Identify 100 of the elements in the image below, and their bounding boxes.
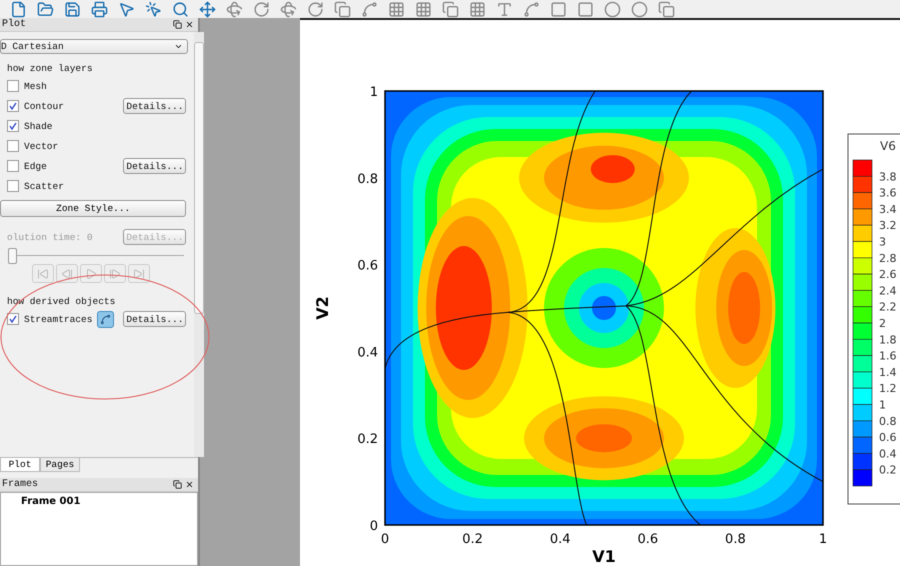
legend-label: 2.6: [879, 268, 896, 282]
tick-label: 0.6: [637, 532, 658, 547]
legend-label: 2.4: [879, 284, 896, 298]
ellipse-icon[interactable]: [631, 1, 648, 18]
checkbox[interactable]: [7, 180, 19, 192]
legend-label: 2.2: [879, 300, 896, 314]
details-button[interactable]: Details...: [123, 98, 186, 114]
details-button[interactable]: Details...: [123, 158, 186, 174]
tick-label: 0.8: [725, 532, 746, 547]
caret-icon: [174, 42, 184, 51]
tick-label: 0: [380, 532, 390, 547]
legend-label: 0.2: [879, 464, 896, 477]
legend-label: 1.2: [879, 382, 896, 396]
new-file-icon[interactable]: [10, 1, 27, 18]
panel-title: Plot: [2, 19, 26, 30]
rotate-icon[interactable]: [280, 1, 297, 18]
open-folder-icon[interactable]: [37, 1, 54, 18]
checkbox[interactable]: [7, 313, 19, 325]
checkbox[interactable]: [7, 80, 19, 92]
layer-label: Scatter: [24, 180, 64, 192]
play-button[interactable]: [80, 264, 102, 283]
legend-label: 3: [879, 236, 886, 248]
save-icon[interactable]: [64, 1, 81, 18]
layer-label: Streamtraces: [24, 314, 92, 324]
axis-title: V2: [313, 296, 332, 320]
legend-title: V6: [880, 139, 896, 153]
checkbox[interactable]: [7, 120, 19, 132]
grid-icon[interactable]: [388, 1, 405, 18]
checkbox[interactable]: [7, 100, 19, 112]
copy-icon[interactable]: [334, 1, 351, 18]
panel-title: Frames: [2, 479, 38, 490]
tick-label: 0.4: [357, 345, 378, 360]
legend-label: 3.8: [879, 170, 896, 184]
solution-time-label: olution time: 0: [7, 232, 93, 242]
rotate-icon[interactable]: [226, 1, 243, 18]
close-icon[interactable]: [185, 480, 194, 489]
move-icon[interactable]: [199, 1, 216, 18]
grid-icon[interactable]: [469, 1, 486, 18]
layer-label: Shade: [24, 120, 53, 132]
skip-back-icon: [37, 268, 49, 280]
frame-item[interactable]: Frame 001: [21, 496, 177, 507]
tick-label: 0: [370, 519, 378, 534]
skip-forward-icon: [133, 268, 145, 280]
rotate-icon[interactable]: [307, 1, 324, 18]
close-icon[interactable]: [185, 20, 194, 29]
grid-icon[interactable]: [415, 1, 432, 18]
legend-label: 2.8: [879, 252, 896, 265]
legend-label: 3.4: [879, 202, 896, 216]
check-icon: [9, 102, 17, 110]
axis-title: V1: [592, 547, 616, 566]
scrollbar[interactable]: [194, 32, 204, 457]
legend-label: 0.6: [879, 431, 896, 444]
copy-icon[interactable]: [442, 1, 459, 18]
float-icon[interactable]: [173, 20, 182, 29]
step-back-button[interactable]: [56, 264, 78, 283]
curve-icon[interactable]: [523, 1, 540, 18]
legend-label: 1: [879, 398, 886, 412]
rectangle-icon[interactable]: [550, 1, 567, 18]
legend-label: 0.8: [879, 414, 896, 428]
step-forward-icon: [109, 268, 121, 280]
tick-label: 1: [370, 85, 378, 100]
legend-label: 1.4: [879, 366, 896, 379]
tick-label: 0.2: [462, 532, 483, 547]
step-forward-button[interactable]: [104, 264, 126, 283]
play-icon: [85, 268, 97, 280]
panel-tab[interactable]: Plot: [0, 458, 40, 472]
text-icon[interactable]: [496, 1, 513, 18]
tick-label: 0.2: [357, 432, 378, 448]
zone-style-button[interactable]: Zone Style...: [0, 200, 186, 217]
curve-icon[interactable]: [361, 1, 378, 18]
tick-label: 0.6: [357, 258, 378, 274]
pointer-icon[interactable]: [118, 1, 135, 18]
rectangle-icon[interactable]: [577, 1, 594, 18]
legend-label: 1.6: [879, 350, 896, 363]
skip-forward-button[interactable]: [128, 264, 150, 283]
zoom-icon[interactable]: [172, 1, 189, 18]
checkbox[interactable]: [7, 160, 19, 172]
circle-icon[interactable]: [604, 1, 621, 18]
skip-back-button[interactable]: [32, 264, 54, 283]
streamtrace-icon[interactable]: [97, 310, 114, 328]
tick-label: 0.8: [357, 172, 378, 187]
layer-label: Edge: [24, 160, 47, 172]
plot-type-dropdown[interactable]: D Cartesian: [0, 39, 188, 54]
layer-label: Mesh: [24, 80, 47, 92]
rotate-icon[interactable]: [253, 1, 270, 18]
legend-label: 3.6: [879, 186, 896, 200]
checkbox[interactable]: [7, 140, 19, 152]
details-button[interactable]: Details...: [123, 311, 186, 327]
panel-tab[interactable]: Pages: [40, 458, 80, 472]
slider-handle[interactable]: [8, 248, 17, 264]
pointer-icon[interactable]: [145, 1, 162, 18]
check-icon: [9, 315, 17, 323]
float-icon[interactable]: [173, 480, 182, 489]
legend-label: 2: [879, 317, 886, 330]
tick-label: 1: [818, 532, 828, 547]
step-back-icon: [61, 268, 73, 280]
legend-label: 1.8: [879, 333, 896, 346]
print-icon[interactable]: [91, 1, 108, 18]
section-heading: how zone layers: [7, 62, 93, 74]
layer-label: Contour: [24, 100, 64, 112]
